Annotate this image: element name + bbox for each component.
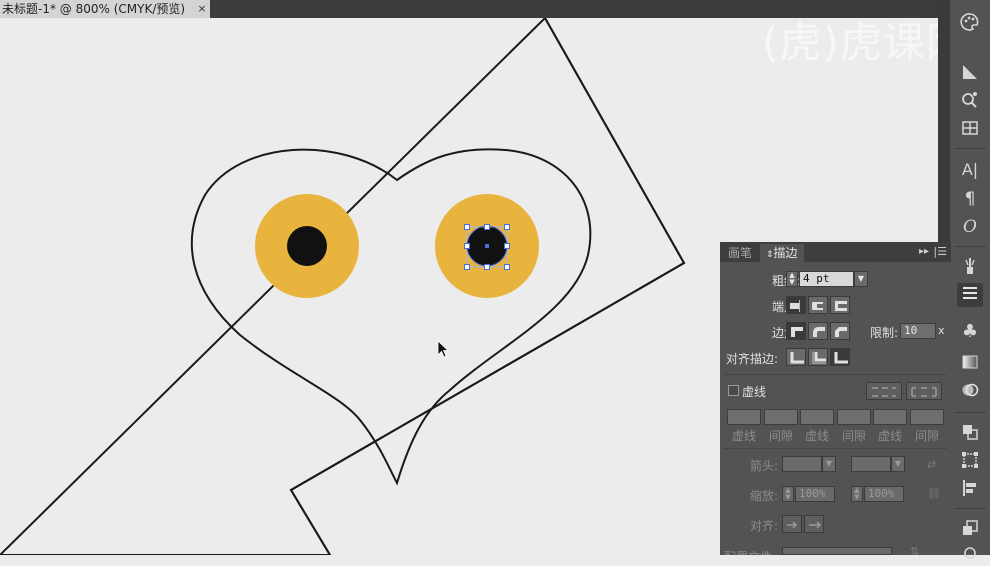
scale-label: 缩放: [749, 489, 778, 503]
gap-3-input[interactable] [910, 409, 944, 425]
weight-dropdown-icon[interactable]: ▼ [854, 271, 868, 287]
start-arrowhead-select[interactable] [782, 456, 822, 472]
panel-menu-icon[interactable]: |☰ [933, 244, 947, 260]
dash-2-input[interactable] [800, 409, 834, 425]
opentype-icon[interactable]: O [957, 215, 983, 239]
dash-3-label: 虚线 [877, 429, 902, 443]
layers-icon[interactable] [957, 518, 983, 542]
document-tab-title: 未标题-1* @ 800% (CMYK/预览) [2, 2, 186, 16]
transparency-icon[interactable] [957, 380, 983, 404]
panel-divider [724, 374, 947, 375]
panel-divider [724, 448, 947, 449]
miter-join-button[interactable] [786, 322, 806, 340]
close-tab-icon[interactable]: × [195, 0, 209, 18]
projecting-cap-button[interactable] [830, 296, 850, 314]
transform-icon[interactable] [957, 450, 983, 474]
stroke-panel: 画笔 ⇕描边 ▸▸ |☰ 粗细: ▲▼ 4 pt ▼ 端点: 边角: 限制: 1… [720, 242, 951, 558]
right-panel-dock: A| ¶ O ♣ [950, 0, 990, 559]
grid-icon[interactable] [957, 118, 983, 142]
paragraph-icon[interactable]: ¶ [957, 187, 983, 211]
profile-label: 配置文件: [724, 548, 780, 555]
align-stroke-inside-button[interactable] [808, 348, 828, 366]
club-symbol-icon[interactable]: ♣ [957, 320, 983, 344]
dash-3-input[interactable] [873, 409, 907, 425]
mouse-cursor-icon [437, 340, 450, 358]
preserve-dash-button[interactable] [866, 382, 902, 400]
gap-2-label: 间隙 [841, 429, 866, 443]
start-scale-stepper[interactable]: ▲ ▼ [782, 486, 794, 502]
round-join-button[interactable] [808, 322, 828, 340]
pathfinder-icon[interactable] [957, 422, 983, 446]
swap-arrowheads-icon[interactable]: ⇄ [927, 458, 936, 471]
link-scale-icon[interactable]: ⛓ [927, 487, 941, 500]
watermark-logo: (虎)虎课网 [762, 18, 969, 67]
dash-1-input[interactable] [727, 409, 761, 425]
tab-stroke[interactable]: ⇕描边 [760, 244, 804, 262]
limit-suffix: x [938, 324, 945, 337]
stroke-tab-arrows-icon: ⇕ [766, 250, 774, 260]
arrowhead-label: 箭头: [749, 459, 778, 473]
dashed-line-label: 虚线 [742, 385, 767, 399]
align-stroke-label: 对齐描边: [726, 352, 779, 366]
document-tab[interactable]: 未标题-1* @ 800% (CMYK/预览) × [0, 0, 210, 18]
align-icon[interactable] [957, 478, 983, 502]
gradient-icon[interactable] [957, 352, 983, 376]
panel-tab-strip: 画笔 ⇕描边 ▸▸ |☰ [720, 242, 951, 262]
end-scale-stepper[interactable]: ▲ ▼ [851, 486, 863, 502]
profile-select[interactable] [782, 547, 892, 555]
align-arrows-label: 对齐: [749, 519, 778, 533]
end-arrowhead-dropdown-icon[interactable]: ▼ [891, 456, 905, 472]
align-dash-button[interactable] [906, 382, 942, 400]
end-scale-input[interactable]: 100% [864, 486, 904, 502]
arrow-tip-beyond-button[interactable] [782, 515, 802, 533]
weight-stepper[interactable]: ▲ ▼ [786, 271, 798, 287]
rotated-rectangle[interactable] [0, 18, 686, 555]
bevel-join-button[interactable] [830, 322, 850, 340]
gradient-swatch-icon[interactable] [957, 62, 983, 86]
stroke-tab-label: 描边 [773, 246, 798, 260]
dashed-line-checkbox[interactable] [728, 385, 739, 396]
color-palette-icon[interactable] [957, 12, 983, 36]
appearance-icon[interactable] [957, 542, 983, 566]
align-stroke-outside-button[interactable] [830, 348, 850, 366]
left-eye-pupil[interactable] [287, 226, 327, 266]
symbols-icon[interactable] [957, 90, 983, 114]
limit-label: 限制: [869, 326, 898, 340]
round-cap-button[interactable] [808, 296, 828, 314]
dash-2-label: 虚线 [804, 429, 829, 443]
gap-2-input[interactable] [837, 409, 871, 425]
tab-brushes[interactable]: 画笔 [722, 244, 758, 262]
miter-limit-input[interactable]: 10 [900, 323, 936, 339]
stroke-icon[interactable] [957, 283, 983, 307]
gap-1-input[interactable] [764, 409, 798, 425]
gap-3-label: 间隙 [914, 429, 939, 443]
brush-icon[interactable] [957, 256, 983, 280]
character-icon[interactable]: A| [957, 158, 983, 182]
start-arrowhead-dropdown-icon[interactable]: ▼ [822, 456, 836, 472]
collapse-panel-icon[interactable]: ▸▸ [919, 244, 929, 260]
flip-profile-icon[interactable]: ⇅ [910, 545, 919, 558]
arrow-tip-at-end-button[interactable] [804, 515, 824, 533]
start-scale-input[interactable]: 100% [795, 486, 835, 502]
end-arrowhead-select[interactable] [851, 456, 891, 472]
butt-cap-button[interactable] [786, 296, 806, 314]
document-tab-bar: 未标题-1* @ 800% (CMYK/预览) × [0, 0, 938, 18]
gap-1-label: 间隙 [768, 429, 793, 443]
dash-1-label: 虚线 [731, 429, 756, 443]
weight-input[interactable]: 4 pt [799, 271, 854, 287]
align-stroke-center-button[interactable] [786, 348, 806, 366]
